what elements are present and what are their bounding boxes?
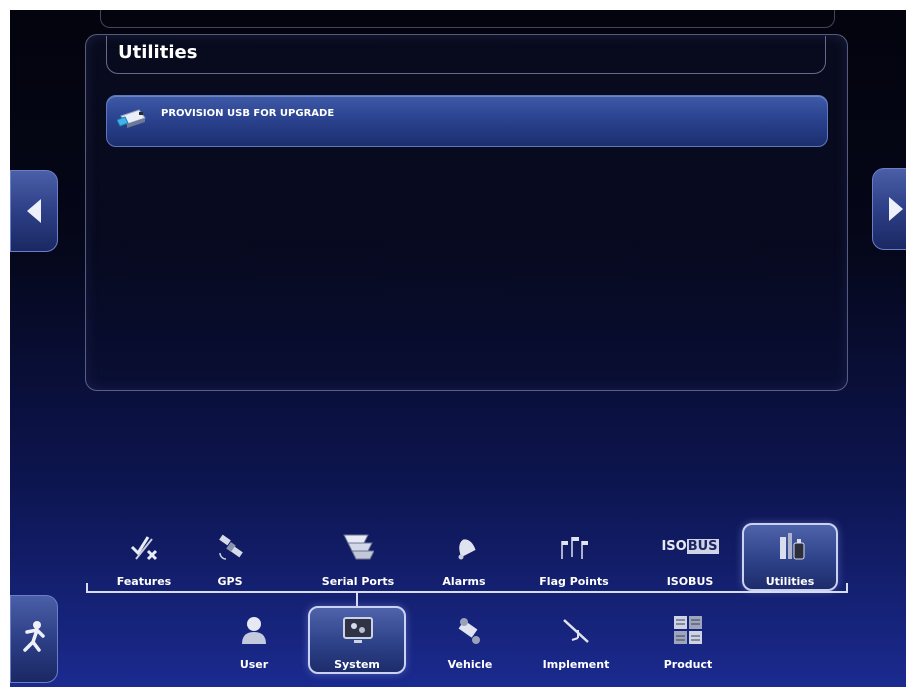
- provision-usb-label: PROVISION USB FOR UPGRADE: [161, 108, 335, 119]
- features-icon: [130, 536, 158, 561]
- exit-running-man-icon: [23, 621, 45, 652]
- page-title: Utilities: [118, 42, 198, 63]
- bracket-stem: [356, 591, 358, 607]
- tab-isobus[interactable]: ISOBUS ISOBUS: [642, 523, 738, 591]
- tab-gps[interactable]: GPS: [182, 523, 278, 591]
- arrow-right-icon: [889, 197, 903, 221]
- isobus-icon-text-bus: BUS: [686, 539, 719, 554]
- satellite-icon: [219, 534, 243, 560]
- tab-alarms-label: Alarms: [442, 575, 486, 588]
- tab-system[interactable]: System: [308, 606, 406, 674]
- bracket-right-end: [846, 583, 848, 593]
- tab-flag-points-label: Flag Points: [539, 575, 609, 588]
- utilities-panel: [85, 34, 848, 391]
- previous-page-button[interactable]: [10, 170, 58, 252]
- tab-alarms[interactable]: Alarms: [416, 523, 512, 591]
- tools-icon: [780, 533, 805, 560]
- tab-isobus-label: ISOBUS: [666, 575, 714, 588]
- user-icon: [242, 617, 266, 644]
- provision-usb-button[interactable]: PROVISION USB FOR UPGRADE: [106, 95, 828, 147]
- system-display-icon: [343, 617, 373, 643]
- bell-icon: [458, 539, 476, 560]
- tab-serial-ports[interactable]: Serial Ports: [310, 523, 406, 591]
- isobus-icon: ISOBUS: [660, 537, 720, 557]
- tab-utilities[interactable]: Utilities: [742, 523, 838, 591]
- tab-utilities-label: Utilities: [765, 575, 815, 588]
- vehicle-icon: [458, 618, 480, 644]
- implement-icon: [563, 619, 589, 643]
- upper-panel-edge: [100, 10, 835, 28]
- tab-vehicle-label: Vehicle: [447, 658, 493, 671]
- tab-user[interactable]: User: [206, 606, 302, 674]
- panel-header: [106, 36, 826, 74]
- arrow-left-icon: [27, 199, 41, 223]
- tab-product-label: Product: [663, 658, 713, 671]
- tab-implement-label: Implement: [542, 658, 610, 671]
- tab-vehicle[interactable]: Vehicle: [422, 606, 518, 674]
- tab-features-label: Features: [116, 575, 172, 588]
- tab-gps-label: GPS: [217, 575, 243, 588]
- flags-icon: [561, 537, 588, 559]
- tab-system-label: System: [334, 658, 380, 671]
- serial-port-icon: [343, 534, 374, 560]
- tab-implement[interactable]: Implement: [528, 606, 624, 674]
- bracket-left-end: [86, 583, 88, 593]
- isobus-icon-text-iso: ISO: [661, 539, 687, 554]
- tab-user-label: User: [239, 658, 269, 671]
- usb-drive-icon: [117, 109, 146, 128]
- product-icon: [674, 616, 702, 644]
- tab-serial-ports-label: Serial Ports: [321, 575, 395, 588]
- next-page-button[interactable]: [872, 168, 906, 250]
- tab-features[interactable]: Features: [96, 523, 192, 591]
- tab-group-bracket: [86, 591, 848, 593]
- display-screen: Utilities PROVISION USB FOR UPGRADE Feat…: [10, 10, 906, 687]
- tab-product[interactable]: Product: [640, 606, 736, 674]
- exit-button[interactable]: [10, 595, 58, 683]
- tab-flag-points[interactable]: Flag Points: [526, 523, 622, 591]
